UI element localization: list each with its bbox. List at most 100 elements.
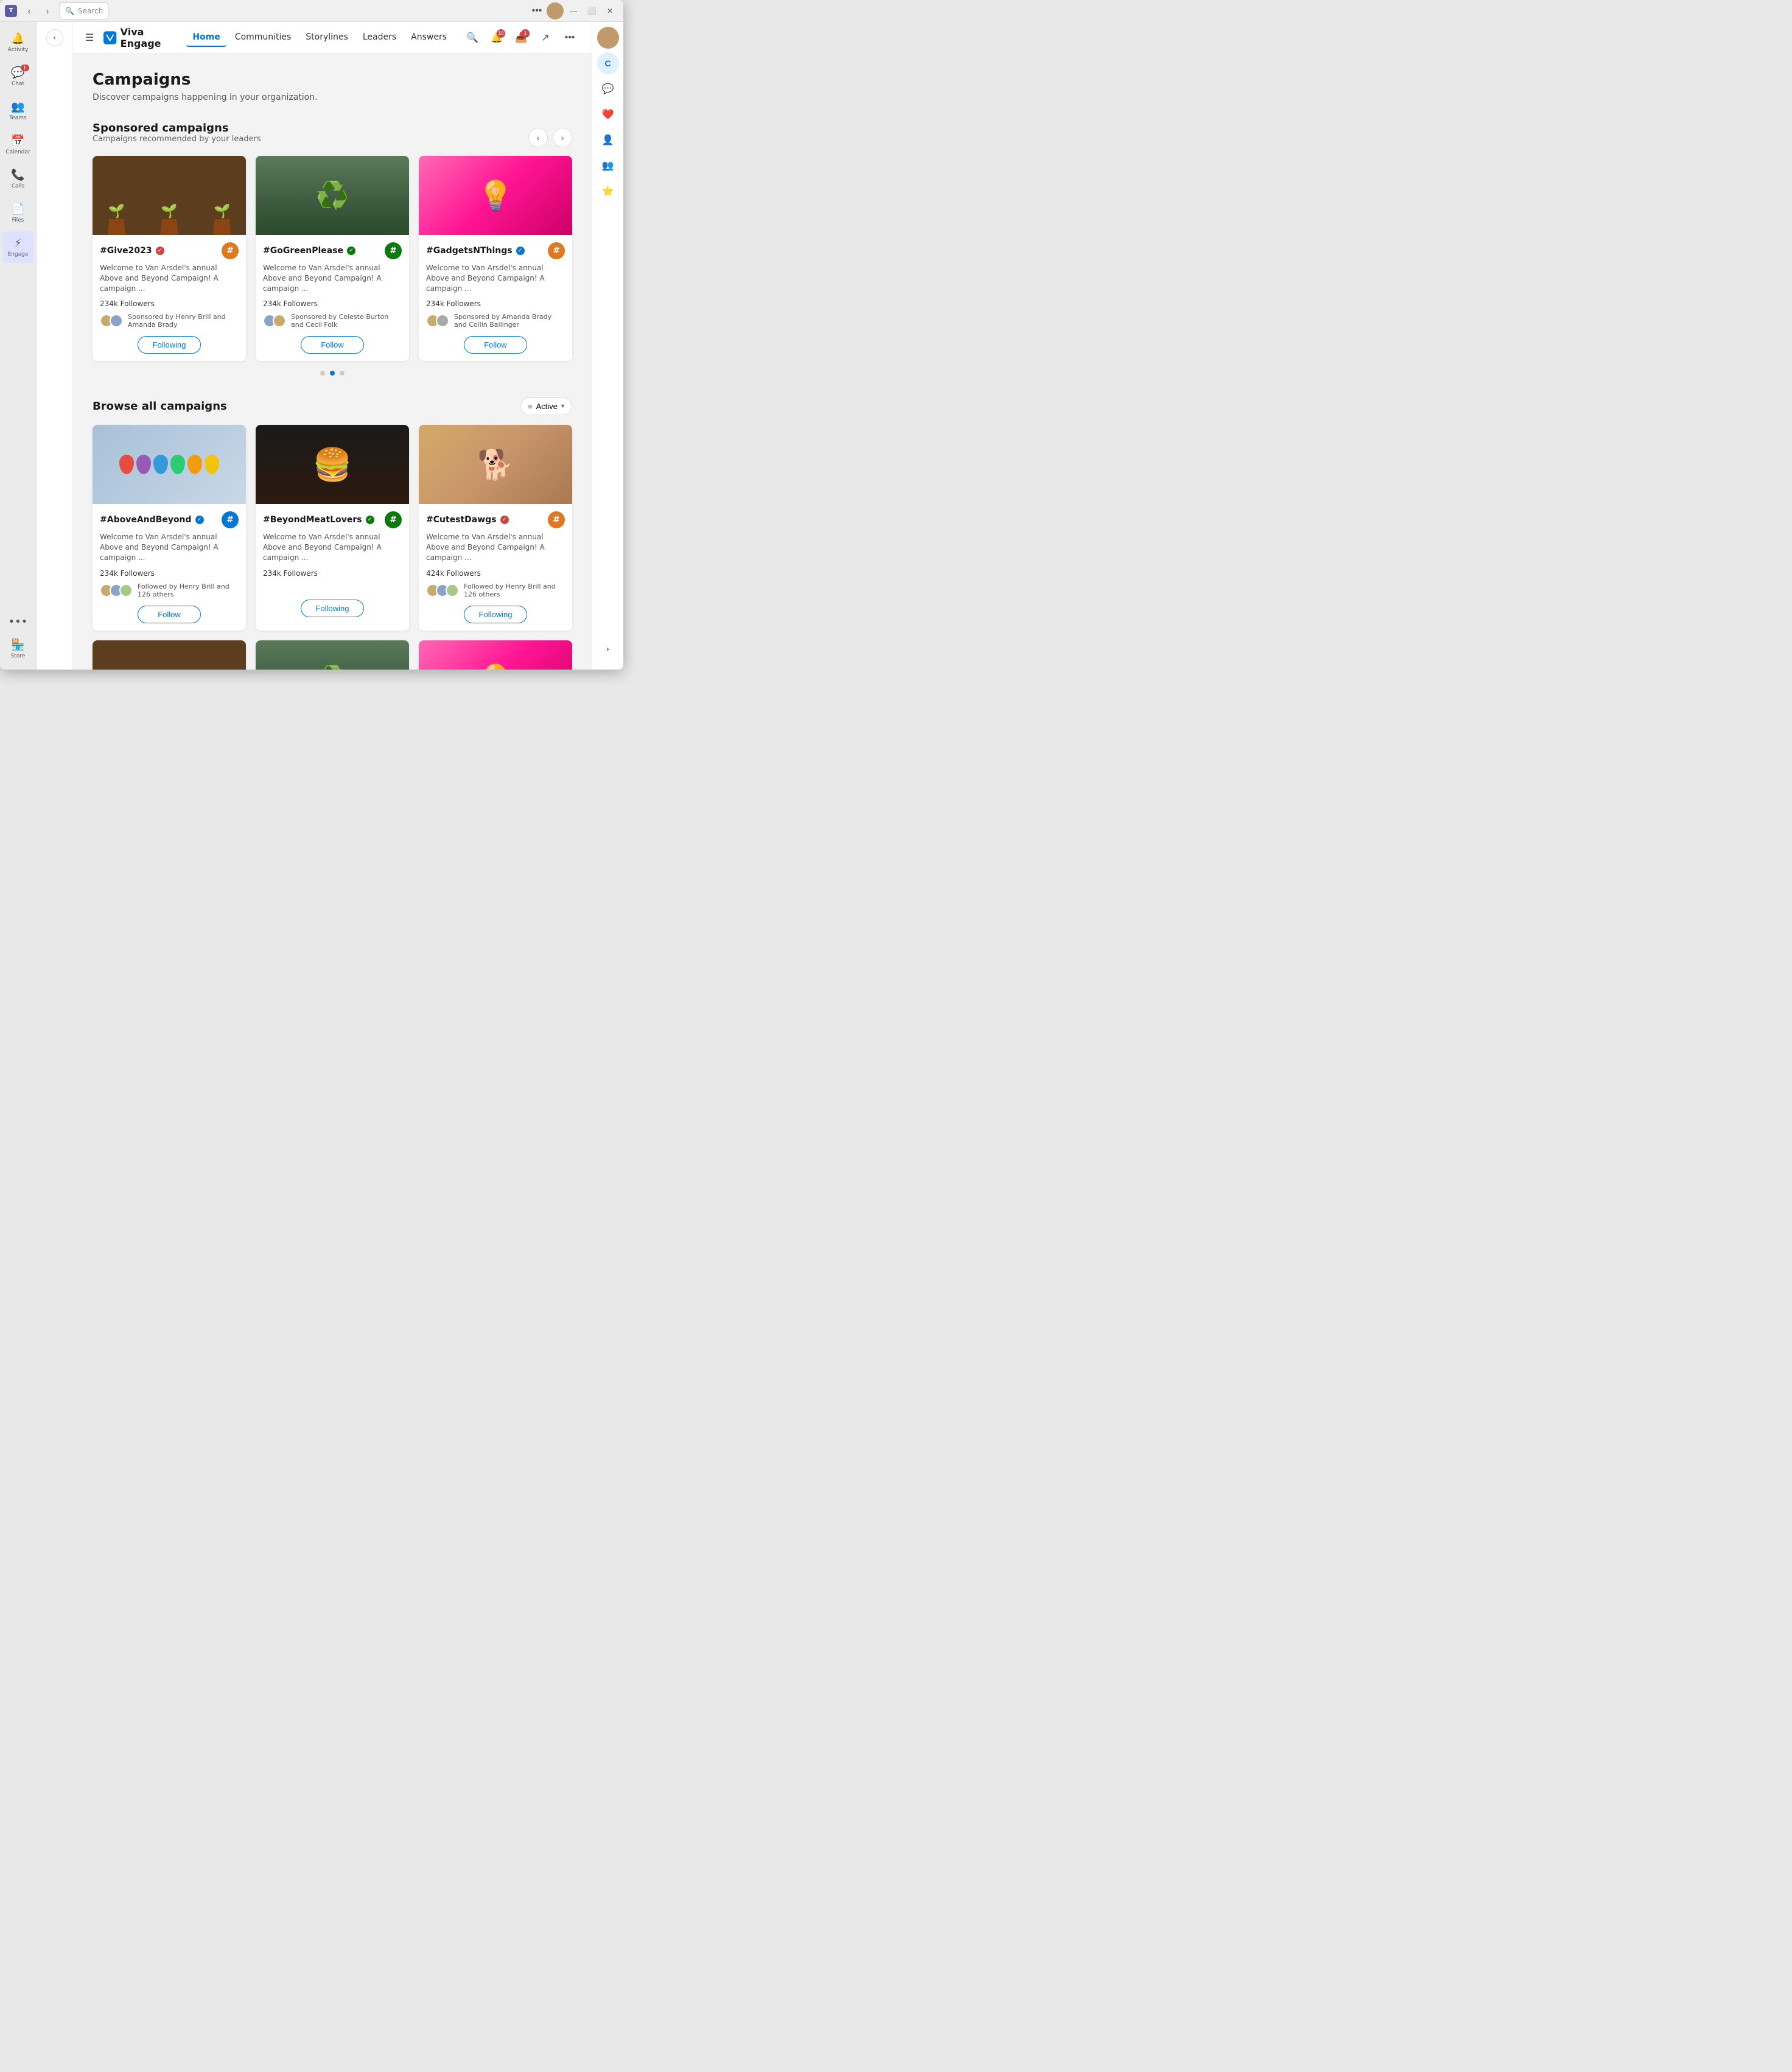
filter-icon: ≡ [528,402,533,411]
trash-image-icon-2: ♻️ [316,664,349,670]
chat-label: Chat [12,81,24,87]
card-followers-gadgetsnthings: 234k Followers [426,299,565,308]
card-desc-gadgetsnthings: Welcome to Van Arsdel's annual Above and… [426,263,565,293]
sponsored-title-group: Sponsored campaigns Campaigns recommende… [93,122,261,153]
right-icon-btn-1[interactable]: C [597,52,619,74]
card-title-row-gogreenplease: #GoGreenPlease ✓ # [263,242,402,259]
following-button-beyondmeatlovers[interactable]: Following [301,600,365,617]
collapse-sidebar-button[interactable]: ‹ [46,29,63,46]
sidebar-item-store[interactable]: 🏪 Store [2,633,34,665]
sidebar-item-calendar[interactable]: 📅 Calendar [2,129,34,161]
card-body-cutestdawgs: #CutestDawgs ✓ # Welcome to Van Arsdel's… [419,504,572,630]
calendar-icon: 📅 [11,135,24,147]
nav-inbox-button[interactable]: 📥 1 [511,28,531,47]
card-sponsor-give2023: Sponsored by Henry Brill and Amanda Brad… [100,313,239,329]
sponsored-prev-button[interactable]: ‹ [528,128,548,147]
close-button[interactable]: ✕ [601,2,618,19]
right-icon-btn-5[interactable]: 👥 [597,155,619,177]
nav-bell-badge: 10 [497,29,505,38]
follow-button-aboveandbeyond[interactable]: Follow [138,606,201,623]
pagination-dot-2[interactable] [330,371,335,376]
nav-back-button[interactable]: ‹ [21,2,38,19]
calls-label: Calls [12,183,25,189]
nav-link-communities[interactable]: Communities [229,29,298,47]
right-collapse-button[interactable]: › [597,638,619,660]
right-icon-heart: ❤️ [602,108,614,121]
title-bar-search[interactable]: 🔍 Search [60,2,108,19]
card-action-cutestdawgs: Following [426,606,565,623]
calls-icon: 📞 [11,169,24,181]
verified-icon-aboveandbeyond: ✓ [195,516,204,524]
nav-search-icon: 🔍 [466,32,478,44]
card-title-text-beyondmeatlovers: #BeyondMeatLovers [263,515,362,525]
sidebar-item-engage[interactable]: ⚡ Engage [2,231,34,263]
right-icon-btn-3[interactable]: ❤️ [597,103,619,125]
follow-button-gogreenplease[interactable]: Follow [301,336,364,354]
campaign-card-gadgetsnthings: 💡 #GadgetsNThings ✓ [419,156,572,361]
card-title-give2023: #Give2023 ✓ [100,246,164,256]
search-icon: 🔍 [65,7,74,15]
title-bar: T ‹ › 🔍 Search ••• — ⬜ ✕ [0,0,623,22]
nav-bell-button[interactable]: 🔔 10 [487,28,506,47]
sponsored-pagination [93,371,572,376]
card-desc-beyondmeatlovers: Welcome to Van Arsdel's annual Above and… [263,532,402,562]
right-icon-btn-2[interactable]: 💬 [597,78,619,100]
sidebar-more-icon[interactable]: ••• [9,615,28,628]
card-action-aboveandbeyond: Follow [100,606,239,623]
sponsored-next-button[interactable]: › [553,128,572,147]
maximize-button[interactable]: ⬜ [583,2,600,19]
scrollable-content[interactable]: Campaigns Discover campaigns happening i… [73,54,592,670]
activity-label: Activity [8,47,29,53]
nav-link-home[interactable]: Home [186,29,226,47]
content-wrapper: ☰ Viva Engage Home Communities Storyline… [73,22,623,670]
right-icon-btn-4[interactable]: 👤 [597,129,619,151]
sponsor-avatar-2-gogreenplease [273,314,286,327]
teams-logo-icon: T [5,5,17,17]
nav-forward-button[interactable]: › [39,2,56,19]
sponsored-cards-grid: 🌱 🌱 [93,156,572,361]
pagination-dot-3[interactable] [340,371,345,376]
campaign-card-cutestdawgs: 🐕 #CutestDawgs ✓ [419,425,572,630]
card-action-gadgetsnthings: Follow [426,336,565,354]
browse-cards-grid: #AboveAndBeyond ✓ # Welcome to Van Arsde… [93,425,572,670]
right-sidebar-profile-avatar[interactable] [597,27,619,49]
minimize-button[interactable]: — [565,2,582,19]
nav-search-button[interactable]: 🔍 [463,28,482,47]
card-sponsor-gadgetsnthings: Sponsored by Amanda Brady and Collin Bal… [426,313,565,329]
nav-link-leaders[interactable]: Leaders [357,29,402,47]
hamburger-icon[interactable]: ☰ [85,32,94,43]
active-filter-button[interactable]: ≡ Active ▾ [520,397,572,415]
card-followers-gogreenplease: 234k Followers [263,299,402,308]
right-icon-btn-6[interactable]: ⭐ [597,180,619,202]
sidebar-item-activity[interactable]: 🔔 Activity [2,27,34,58]
pagination-dot-1[interactable] [320,371,325,376]
window-controls: ••• — ⬜ ✕ [528,2,618,19]
sponsor-text-gadgetsnthings: Sponsored by Amanda Brady and Collin Bal… [454,313,565,329]
verified-icon-gadgetsnthings: ✓ [516,247,525,255]
card-title-row-gadgetsnthings: #GadgetsNThings ✓ # [426,242,565,259]
sidebar-item-chat[interactable]: 1 💬 Chat [2,61,34,93]
sidebar-item-calls[interactable]: 📞 Calls [2,163,34,195]
burger-emoji: 🍔 [313,446,352,483]
card-title-text-give2023: #Give2023 [100,246,152,256]
right-icon-c: C [604,58,611,68]
card-image-gogreenplease: ♻️ [256,156,409,235]
more-options-button[interactable]: ••• [528,2,545,19]
following-button-give2023[interactable]: Following [138,336,201,354]
title-bar-left: T ‹ › 🔍 Search [5,2,108,19]
nav-more-button[interactable]: ••• [560,28,579,47]
hash-badge-give2023: # [222,242,239,259]
card-image-gadgetsnthings: 💡 [419,156,572,235]
following-button-cutestdawgs[interactable]: Following [464,606,528,623]
balloon-red [119,455,134,474]
user-profile-avatar[interactable] [547,2,564,19]
card-body-aboveandbeyond: #AboveAndBeyond ✓ # Welcome to Van Arsde… [93,504,246,630]
nav-share-button[interactable]: ↗ [536,28,555,47]
follow-button-gadgetsnthings[interactable]: Follow [464,336,527,354]
nav-link-storylines[interactable]: Storylines [299,29,354,47]
nav-link-answers[interactable]: Answers [405,29,453,47]
right-collapse-icon: › [607,645,609,653]
card-title-beyondmeatlovers: #BeyondMeatLovers ✓ [263,515,374,525]
sidebar-item-files[interactable]: 📄 Files [2,197,34,229]
sidebar-item-teams[interactable]: 👥 Teams [2,95,34,127]
